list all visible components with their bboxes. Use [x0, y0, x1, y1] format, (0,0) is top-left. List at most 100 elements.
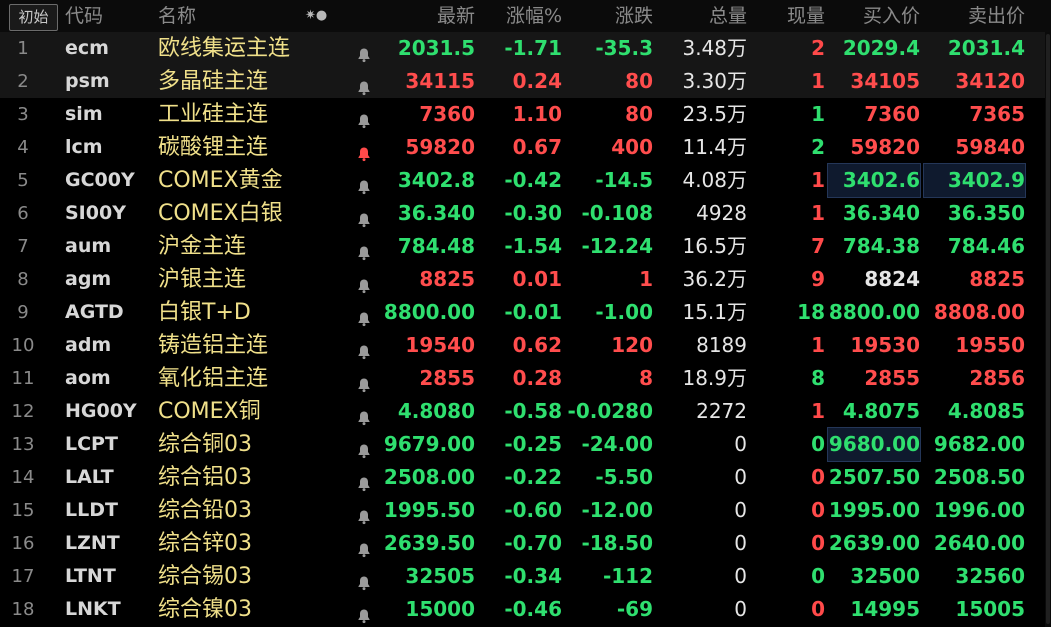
last-price: 2639.50	[383, 531, 475, 555]
col-bid[interactable]: 买入价	[828, 0, 920, 32]
quote-row[interactable]: 1 ecm 欧线集运主连 2031.5 -1.71 -35.3 3.48万 2 2029.4 20…	[0, 32, 1051, 65]
alert-bell-icon[interactable]	[354, 164, 374, 197]
alert-bell-icon[interactable]	[354, 362, 374, 395]
quote-row[interactable]: 16 LZNT 综合锌03 2639.50 -0.70 -18.50 0 0 2639.00 26…	[0, 527, 1051, 560]
col-name[interactable]: 名称	[158, 0, 196, 32]
instrument-code: sim	[65, 103, 103, 125]
last-price: 36.340	[397, 201, 475, 225]
row-number: 18	[11, 599, 35, 620]
col-pct[interactable]: 涨幅%	[480, 0, 562, 32]
alert-bell-icon[interactable]	[354, 296, 374, 329]
current-volume: 0	[811, 564, 825, 588]
current-volume: 1	[811, 399, 825, 423]
alert-bell-icon[interactable]	[354, 32, 374, 65]
ask-price: 3402.9	[923, 163, 1026, 198]
alert-bell-icon[interactable]	[354, 527, 374, 560]
total-volume: 23.5万	[682, 102, 747, 126]
alert-bell-icon[interactable]	[354, 395, 374, 428]
quote-row[interactable]: 15 LLDT 综合铅03 1995.50 -0.60 -12.00 0 0 1995.00 19…	[0, 494, 1051, 527]
init-button[interactable]: 初始	[9, 4, 58, 31]
col-ask[interactable]: 卖出价	[924, 0, 1025, 32]
alert-bell-icon[interactable]	[354, 329, 374, 362]
instrument-name: 沪金主连	[158, 234, 247, 259]
last-price: 8800.00	[383, 300, 475, 324]
col-chg[interactable]: 涨跌	[566, 0, 653, 32]
col-volume[interactable]: 总量	[660, 0, 747, 32]
bid-price: 2855	[864, 366, 920, 390]
ask-price: 32560	[955, 564, 1025, 588]
change-amount: -24.00	[581, 432, 653, 456]
quote-row[interactable]: 12 HG00Y COMEX铜 4.8080 -0.58 -0.0280 2272 1 4.80…	[0, 395, 1051, 428]
change-amount: 1	[639, 267, 653, 291]
last-price: 7360	[419, 102, 475, 126]
col-current-volume[interactable]: 现量	[755, 0, 825, 32]
alert-bell-icon[interactable]	[354, 65, 374, 98]
instrument-name: 综合锡03	[158, 564, 252, 589]
current-volume: 9	[811, 267, 825, 291]
instrument-code: lcm	[65, 136, 103, 158]
ask-price: 9682.00	[933, 432, 1025, 456]
alert-bell-icon[interactable]	[354, 263, 374, 296]
column-header: 初始 代码 名称 ✷● 最新 涨幅% 涨跌 总量 现量 买入价 卖出价	[0, 0, 1051, 33]
col-code[interactable]: 代码	[65, 0, 103, 32]
change-percent: -0.22	[504, 465, 562, 489]
vertical-scrollbar[interactable]	[1045, 32, 1051, 627]
quote-row[interactable]: 14 LALT 综合铝03 2508.00 -0.22 -5.50 0 0 2507.50 250…	[0, 461, 1051, 494]
alert-bell-icon[interactable]	[354, 560, 374, 593]
scroll-thumb[interactable]	[1046, 34, 1050, 624]
alert-bell-icon[interactable]	[354, 98, 374, 131]
alert-bell-icon[interactable]	[354, 461, 374, 494]
total-volume: 36.2万	[682, 267, 747, 291]
alert-bell-icon[interactable]	[354, 230, 374, 263]
row-number: 16	[11, 533, 35, 554]
instrument-code: adm	[65, 334, 112, 356]
quote-row[interactable]: 5 GC00Y COMEX黄金 3402.8 -0.42 -14.5 4.08万 1 3402.…	[0, 163, 1051, 198]
current-volume: 18	[797, 300, 825, 324]
change-percent: -0.01	[504, 300, 562, 324]
instrument-name: 综合铅03	[158, 498, 252, 523]
ask-price: 19550	[955, 333, 1025, 357]
quote-row[interactable]: 13 LCPT 综合铜03 9679.00 -0.25 -24.00 0 0 9680.00 96…	[0, 427, 1051, 462]
quote-row[interactable]: 7 aum 沪金主连 784.48 -1.54 -12.24 16.5万 7 784.38 784…	[0, 230, 1051, 263]
col-last[interactable]: 最新	[380, 0, 475, 32]
quote-row[interactable]: 2 psm 多晶硅主连 34115 0.24 80 3.30万 1 34105 34120	[0, 65, 1051, 98]
quote-row[interactable]: 9 AGTD 白银T+D 8800.00 -0.01 -1.00 15.1万 18 8800.0…	[0, 296, 1051, 329]
quote-row[interactable]: 6 SI00Y COMEX白银 36.340 -0.30 -0.108 4928 1 36.34…	[0, 197, 1051, 230]
alert-bell-icon[interactable]	[354, 131, 374, 164]
instrument-name: 综合铜03	[158, 432, 252, 457]
row-number: 17	[11, 566, 35, 587]
row-number: 11	[11, 368, 35, 389]
instrument-name: 沪银主连	[158, 267, 247, 292]
sort-toggle-icon[interactable]: ✷●	[305, 0, 327, 32]
instrument-code: GC00Y	[65, 169, 135, 191]
quote-board: 初始 代码 名称 ✷● 最新 涨幅% 涨跌 总量 现量 买入价 卖出价 1 ecm…	[0, 0, 1051, 627]
total-volume: 11.4万	[682, 135, 747, 159]
quote-row[interactable]: 11 aom 氧化铝主连 2855 0.28 8 18.9万 8 2855 2856	[0, 362, 1051, 395]
quote-row[interactable]: 10 adm 铸造铝主连 19540 0.62 120 8189 1 19530 19550	[0, 329, 1051, 362]
row-number: 12	[11, 401, 35, 422]
alert-bell-icon[interactable]	[354, 593, 374, 626]
quote-row[interactable]: 18 LNKT 综合镍03 15000 -0.46 -69 0 0 14995 15005	[0, 593, 1051, 626]
change-amount: 120	[611, 333, 653, 357]
quote-row[interactable]: 4 lcm 碳酸锂主连 59820 0.67 400 11.4万 2 59820 59840	[0, 131, 1051, 164]
change-percent: 0.24	[512, 69, 562, 93]
alert-bell-icon[interactable]	[354, 197, 374, 230]
alert-bell-icon[interactable]	[354, 494, 374, 527]
total-volume: 4.08万	[682, 168, 747, 192]
quote-row[interactable]: 17 LTNT 综合锡03 32505 -0.34 -112 0 0 32500 32560	[0, 560, 1051, 593]
change-amount: 8	[639, 366, 653, 390]
ask-price: 2508.50	[933, 465, 1025, 489]
row-number: 10	[11, 335, 35, 356]
total-volume: 8189	[696, 333, 747, 357]
change-percent: 0.28	[512, 366, 562, 390]
current-volume: 7	[811, 234, 825, 258]
quote-row[interactable]: 8 agm 沪银主连 8825 0.01 1 36.2万 9 8824 8825	[0, 263, 1051, 296]
alert-bell-icon[interactable]	[354, 428, 374, 461]
change-percent: -1.54	[504, 234, 562, 258]
row-number: 7	[17, 236, 29, 257]
ask-price: 8808.00	[933, 300, 1025, 324]
last-price: 34115	[405, 69, 475, 93]
instrument-name: COMEX白银	[158, 201, 283, 226]
instrument-code: LZNT	[65, 532, 120, 554]
quote-row[interactable]: 3 sim 工业硅主连 7360 1.10 80 23.5万 1 7360 7365	[0, 98, 1051, 131]
